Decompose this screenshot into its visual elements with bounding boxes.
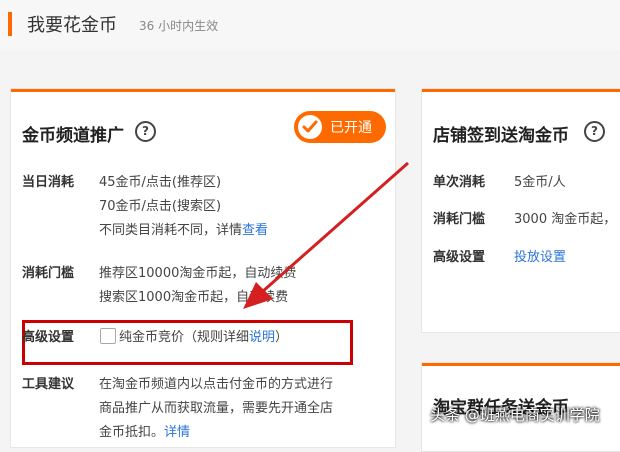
- annotation-arrow-icon: [243, 161, 409, 309]
- watermark: 头条 @班燕电商实训学院: [430, 406, 600, 424]
